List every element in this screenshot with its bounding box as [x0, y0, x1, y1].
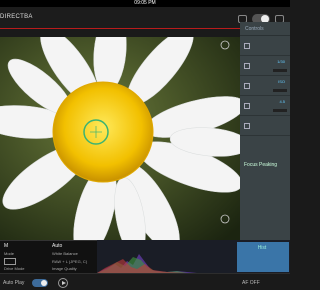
- wb-value[interactable]: Auto: [52, 243, 62, 249]
- status-bar: 09:05 PM: [0, 0, 290, 7]
- settings-panel: Controls 1/30 ISO 4.5 Focus Peaking: [240, 22, 290, 240]
- play-icon[interactable]: [58, 278, 68, 288]
- histogram: Hist: [97, 240, 290, 273]
- histogram-graph: Hist: [97, 240, 290, 273]
- shutter-value: 1/30: [277, 59, 285, 64]
- shutter-icon: [244, 63, 250, 69]
- wb-label: White Balance: [52, 251, 78, 256]
- panel-row-1[interactable]: [240, 36, 290, 56]
- panel-row-4[interactable]: 4.5: [240, 96, 290, 116]
- iso-icon: [244, 83, 250, 89]
- exposure-icon: [244, 123, 250, 129]
- status-time: 09:05 PM: [134, 0, 156, 6]
- mode-label: Mode: [4, 251, 15, 256]
- aperture-icon: [244, 103, 250, 109]
- toggle-knob: [41, 280, 47, 286]
- panel-row-3[interactable]: ISO: [240, 76, 290, 96]
- drive-mode-icon[interactable]: [4, 258, 16, 265]
- app-title: DIRECTBA: [0, 14, 33, 20]
- mode-value[interactable]: M: [4, 243, 8, 249]
- auto-play-label: Auto Play: [3, 280, 25, 286]
- af-off-label[interactable]: AF OFF: [242, 280, 260, 286]
- aperture-slider[interactable]: [273, 109, 287, 112]
- shutter-slider[interactable]: [273, 69, 287, 72]
- panel-title: Controls: [240, 22, 290, 36]
- drive-mode-label: Drive Mode: [4, 266, 25, 271]
- iso-value: ISO: [278, 79, 285, 84]
- raw-label[interactable]: RAW + L (JPEG, C): [52, 259, 87, 264]
- aperture-value: 4.5: [279, 99, 285, 104]
- panel-row-2[interactable]: 1/30: [240, 56, 290, 76]
- flower-image: [0, 37, 240, 240]
- quality-label: Image Quality: [52, 266, 77, 271]
- auto-play-toggle[interactable]: [32, 279, 48, 287]
- histogram-label: Hist: [258, 245, 267, 251]
- focus-peaking-label[interactable]: Focus Peaking: [244, 162, 277, 168]
- footer-bar: Auto Play AF OFF: [0, 273, 290, 290]
- mode-icon: [244, 43, 250, 49]
- panel-row-5[interactable]: [240, 116, 290, 136]
- live-view[interactable]: [0, 37, 240, 240]
- iso-slider[interactable]: [273, 89, 287, 92]
